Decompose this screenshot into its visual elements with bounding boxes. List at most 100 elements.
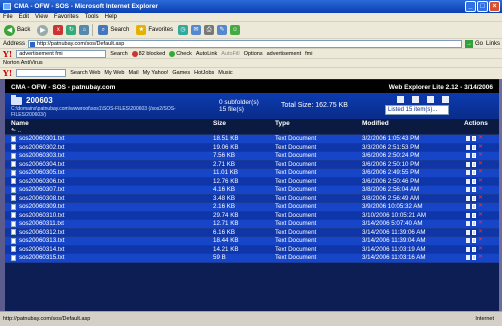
file-name[interactable]: sos20060308.txt (19, 195, 64, 202)
fmi-button[interactable]: fmi (305, 51, 312, 57)
table-row[interactable]: sos20060302.txt 19.06 KB Text Document 3/3/… (5, 143, 499, 152)
menu-tools[interactable]: Tools (85, 13, 99, 21)
address-input[interactable]: http://patnubay.com/sos/Default.asp (28, 39, 463, 48)
forward-button[interactable]: ▶ (35, 24, 50, 37)
my-web-link[interactable]: My Web (104, 70, 124, 76)
edit-icon[interactable] (472, 221, 476, 227)
file-name[interactable]: sos20060314.txt (19, 246, 64, 253)
file-name-cell[interactable]: sos20060301.txt (5, 135, 205, 142)
file-name-cell[interactable]: sos20060306.txt (5, 178, 205, 185)
back-button[interactable]: ◀ Back (2, 24, 32, 37)
file-name-cell[interactable]: sos20060309.txt (5, 203, 205, 210)
hotjobs-link[interactable]: HotJobs (194, 70, 214, 76)
header-modified[interactable]: Modified (362, 119, 452, 128)
file-name[interactable]: sos20060306.txt (19, 178, 64, 185)
delete-icon[interactable]: ✕ (478, 135, 483, 141)
norton-label[interactable]: Norton AntiVirus (3, 60, 43, 66)
download-icon[interactable] (466, 246, 470, 252)
delete-icon[interactable]: ✕ (478, 254, 483, 260)
info-icon[interactable] (442, 96, 449, 103)
stop-icon[interactable]: x (53, 25, 64, 35)
search-button[interactable]: ⌕ Search (96, 24, 131, 37)
delete-icon[interactable]: ✕ (478, 178, 483, 184)
table-row[interactable]: sos20060314.txt 14.21 KB Text Document 3/14… (5, 245, 499, 254)
favorites-button[interactable]: ★ Favorites (134, 24, 175, 37)
table-row[interactable]: sos20060307.txt 4.16 KB Text Document 3/8/2… (5, 186, 499, 195)
table-row[interactable]: sos20060308.txt 3.48 KB Text Document 3/8/2… (5, 194, 499, 203)
options-button[interactable]: Options (244, 51, 263, 57)
download-icon[interactable] (466, 170, 470, 176)
file-name[interactable]: sos20060305.txt (19, 169, 64, 176)
yahoo-search2-input[interactable] (16, 69, 67, 77)
download-icon[interactable] (466, 195, 470, 201)
edit-icon[interactable] (472, 161, 476, 167)
download-icon[interactable] (466, 212, 470, 218)
yahoo-logo-icon[interactable]: Y! (3, 49, 12, 59)
new-file-icon[interactable] (397, 96, 404, 103)
file-name-cell[interactable]: sos20060303.txt (5, 152, 205, 159)
table-row[interactable]: sos20060313.txt 18.44 KB Text Document 3/14… (5, 237, 499, 246)
delete-icon[interactable]: ✕ (478, 212, 483, 218)
edit-icon[interactable] (472, 195, 476, 201)
file-name[interactable]: sos20060311.txt (19, 220, 64, 227)
download-icon[interactable] (466, 178, 470, 184)
yahoo-search-button[interactable]: Search (110, 51, 127, 57)
upload-icon[interactable] (412, 96, 419, 103)
advertisement-button[interactable]: advertisement (267, 51, 302, 57)
file-name-cell[interactable]: sos20060311.txt (5, 220, 205, 227)
music-link[interactable]: Music (218, 70, 232, 76)
download-icon[interactable] (466, 229, 470, 235)
file-name[interactable]: sos20060307.txt (19, 186, 64, 193)
print-icon[interactable]: ⎙ (204, 25, 215, 35)
autofill-button[interactable]: AutoFill (221, 51, 239, 57)
games-link[interactable]: Games (172, 70, 190, 76)
table-row[interactable]: sos20060312.txt 6.16 KB Text Document 3/14/… (5, 228, 499, 237)
table-row[interactable]: sos20060311.txt 12.71 KB Text Document 3/14… (5, 220, 499, 229)
table-row[interactable]: sos20060304.txt 2.71 KB Text Document 3/6/2… (5, 160, 499, 169)
file-name[interactable]: sos20060303.txt (19, 152, 64, 159)
file-name[interactable]: sos20060310.txt (19, 212, 64, 219)
file-name-cell[interactable]: sos20060305.txt (5, 169, 205, 176)
go-button[interactable]: → Go (465, 39, 483, 48)
edit-icon[interactable] (472, 246, 476, 252)
header-size[interactable]: Size (205, 119, 275, 128)
edit-icon[interactable] (472, 212, 476, 218)
table-row[interactable]: sos20060310.txt 29.74 KB Text Document 3/10… (5, 211, 499, 220)
maximize-icon[interactable]: □ (477, 1, 488, 12)
yahoo-search-input[interactable]: advertisement fmi (16, 49, 107, 58)
edit-icon[interactable] (472, 178, 476, 184)
edit-icon[interactable] (472, 238, 476, 244)
search-web-button[interactable]: Search Web (70, 70, 100, 76)
new-folder-icon[interactable] (427, 96, 434, 103)
delete-icon[interactable]: ✕ (478, 237, 483, 243)
file-name-cell[interactable]: sos20060304.txt (5, 161, 205, 168)
edit-icon[interactable]: ✎ (217, 25, 228, 35)
close-icon[interactable]: × (489, 1, 500, 12)
delete-icon[interactable]: ✕ (478, 246, 483, 252)
file-name-cell[interactable]: sos20060308.txt (5, 195, 205, 202)
edit-icon[interactable] (472, 187, 476, 193)
file-name[interactable]: sos20060312.txt (19, 229, 64, 236)
menu-file[interactable]: File (3, 13, 13, 21)
links-label[interactable]: Links (486, 41, 500, 47)
download-icon[interactable] (466, 204, 470, 210)
my-yahoo-link[interactable]: My Yahoo! (143, 70, 169, 76)
file-name[interactable]: sos20060304.txt (19, 161, 64, 168)
table-row[interactable]: sos20060303.txt 7.56 KB Text Document 3/6/2… (5, 152, 499, 161)
file-name[interactable]: sos20060313.txt (19, 237, 64, 244)
edit-icon[interactable] (472, 153, 476, 159)
menu-edit[interactable]: Edit (19, 13, 29, 21)
delete-icon[interactable]: ✕ (478, 195, 483, 201)
download-icon[interactable] (466, 153, 470, 159)
menu-favorites[interactable]: Favorites (54, 13, 79, 21)
file-name-cell[interactable]: sos20060313.txt (5, 237, 205, 244)
edit-icon[interactable] (472, 136, 476, 142)
table-row[interactable]: sos20060301.txt 18.51 KB Text Document 3/2/… (5, 135, 499, 144)
file-name-cell[interactable]: sos20060302.txt (5, 144, 205, 151)
status-select[interactable]: Listed 15 item(s)... (385, 105, 449, 115)
parent-folder-row[interactable]: ⬑ .. (5, 128, 499, 135)
delete-icon[interactable]: ✕ (478, 144, 483, 150)
download-icon[interactable] (466, 238, 470, 244)
table-row[interactable]: sos20060306.txt 12.76 KB Text Document 3/6/… (5, 177, 499, 186)
file-name-cell[interactable]: sos20060314.txt (5, 246, 205, 253)
